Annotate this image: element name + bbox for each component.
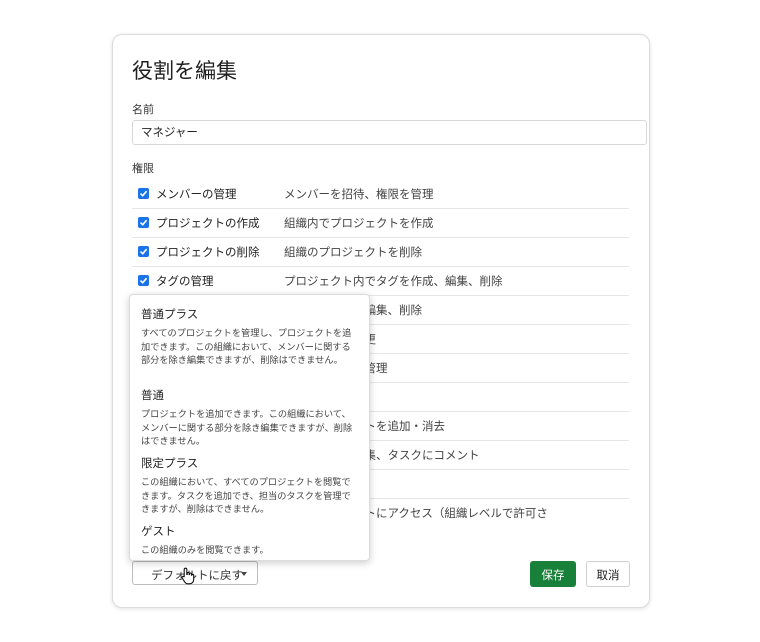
- hand-pointer-cursor-icon: [181, 567, 195, 585]
- permission-row[interactable]: プロジェクトの削除 組織のプロジェクトを削除: [132, 238, 629, 267]
- permission-description: 組織内でプロジェクトを作成: [284, 216, 434, 230]
- permission-row[interactable]: プロジェクトの作成 組織内でプロジェクトを作成: [132, 209, 629, 238]
- option-title: 限定プラス: [141, 456, 199, 470]
- option-title: 普通: [141, 388, 164, 402]
- permission-row[interactable]: タグの管理 プロジェクト内でタグを作成、編集、削除: [132, 267, 629, 296]
- cancel-button[interactable]: 取消: [586, 561, 630, 587]
- checkbox-checked[interactable]: [138, 188, 149, 199]
- permissions-label: 権限: [132, 162, 154, 175]
- permission-description: メンバーを招待、権限を管理: [284, 187, 434, 201]
- dropdown-option-guest[interactable]: ゲスト この組織のみを閲覧できます。: [141, 523, 357, 558]
- permission-name: プロジェクトの削除: [156, 245, 260, 259]
- checkbox-checked[interactable]: [138, 246, 149, 257]
- permission-name: プロジェクトの作成: [156, 216, 260, 230]
- checkbox-checked[interactable]: [138, 217, 149, 228]
- dropdown-option-normal-plus[interactable]: 普通プラス すべてのプロジェクトを管理し、プロジェクトを追加できます。この組織に…: [141, 306, 357, 368]
- chevron-down-icon: [241, 572, 247, 576]
- permission-description: 組織のプロジェクトを削除: [284, 245, 422, 259]
- name-label: 名前: [132, 103, 154, 116]
- option-title: 普通プラス: [141, 307, 199, 321]
- reset-to-default-button[interactable]: デフォルトに戻す: [132, 561, 258, 585]
- option-description: この組織のみを閲覧できます。: [141, 545, 269, 556]
- save-button[interactable]: 保存: [530, 561, 576, 587]
- role-name-input[interactable]: [132, 120, 647, 145]
- permission-row[interactable]: メンバーの管理 メンバーを招待、権限を管理: [132, 180, 629, 209]
- checkbox-checked[interactable]: [138, 275, 149, 286]
- permission-name: タグの管理: [156, 274, 214, 288]
- default-role-dropdown-menu: 普通プラス すべてのプロジェクトを管理し、プロジェクトを追加できます。この組織に…: [129, 294, 370, 561]
- dialog-title: 役割を編集: [132, 59, 237, 83]
- option-description: すべてのプロジェクトを管理し、プロジェクトを追加できます。この組織において、メン…: [141, 328, 352, 367]
- option-description: この組織において、すべてのプロジェクトを閲覧できます。タスクを追加でき、担当のタ…: [141, 477, 351, 516]
- dropdown-option-normal[interactable]: 普通 プロジェクトを追加できます。この組織において、メンバーに関する部分を除き編…: [141, 387, 357, 449]
- permission-description: プロジェクト内でタグを作成、編集、削除: [284, 274, 503, 288]
- option-title: ゲスト: [141, 524, 176, 538]
- permission-name: メンバーの管理: [156, 187, 237, 201]
- option-description: プロジェクトを追加できます。この組織において、メンバーに関する部分を除き編集でき…: [141, 409, 353, 448]
- reset-to-default-label: デフォルトに戻す: [151, 568, 243, 582]
- dropdown-option-limited-plus[interactable]: 限定プラス この組織において、すべてのプロジェクトを閲覧できます。タスクを追加で…: [141, 455, 357, 517]
